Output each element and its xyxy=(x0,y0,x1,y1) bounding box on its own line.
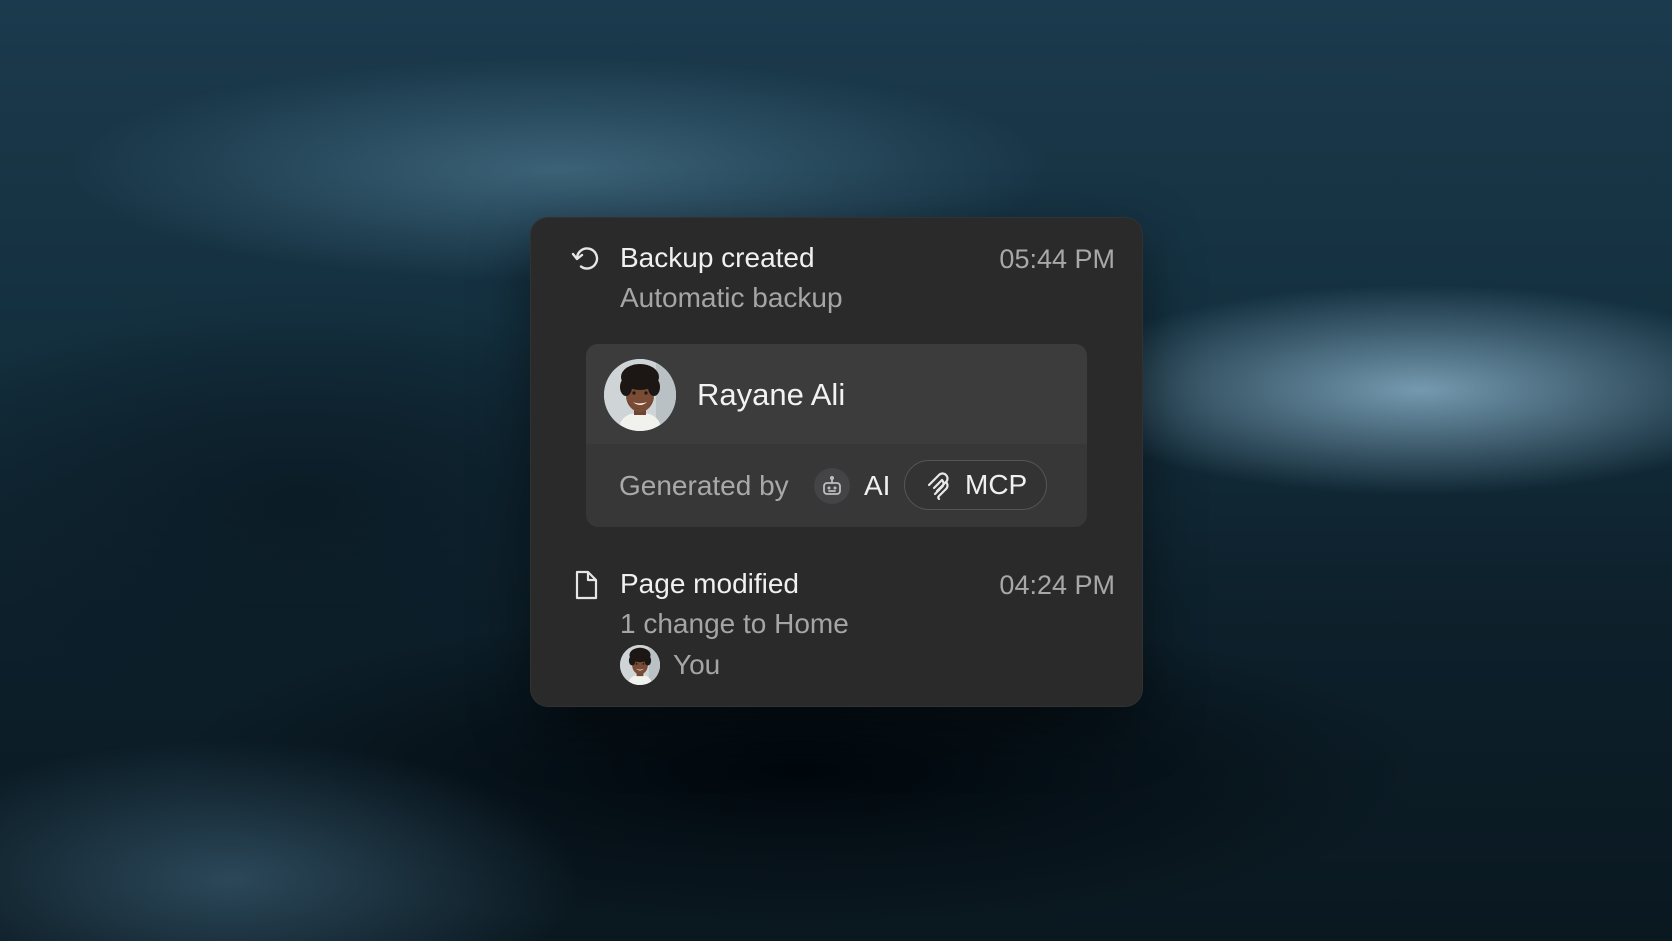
generated-by-label: Generated by xyxy=(619,470,789,501)
entry-time: 05:44 PM xyxy=(999,244,1115,274)
mcp-badge[interactable]: MCP xyxy=(904,460,1047,510)
restore-icon xyxy=(570,243,602,275)
entry-title: Backup created xyxy=(620,242,815,273)
author-name: You xyxy=(673,649,721,680)
avatar xyxy=(604,359,676,431)
mcp-label: MCP xyxy=(965,469,1028,500)
activity-entry-page-modified[interactable]: Page modified 04:24 PM 1 change to Home … xyxy=(530,547,1143,697)
entry-title: Page modified xyxy=(620,568,800,599)
mcp-icon xyxy=(927,472,949,500)
entry-subtitle: Automatic backup xyxy=(620,282,843,313)
activity-panel: Backup created 05:44 PM Automatic backup xyxy=(530,217,1143,707)
user-row[interactable]: Rayane Ali xyxy=(586,344,1087,444)
entry-subtitle: 1 change to Home xyxy=(620,608,849,639)
generated-by-row: Generated by AI MCP xyxy=(586,444,1087,527)
ai-label: AI xyxy=(864,470,891,501)
robot-icon xyxy=(814,468,850,504)
document-icon xyxy=(570,569,602,601)
entry-time: 04:24 PM xyxy=(999,570,1115,600)
user-card: Rayane Ali Generated by AI MCP xyxy=(586,344,1087,527)
user-name: Rayane Ali xyxy=(697,377,846,412)
avatar xyxy=(620,645,660,685)
activity-entry-backup[interactable]: Backup created 05:44 PM Automatic backup xyxy=(530,217,1143,537)
